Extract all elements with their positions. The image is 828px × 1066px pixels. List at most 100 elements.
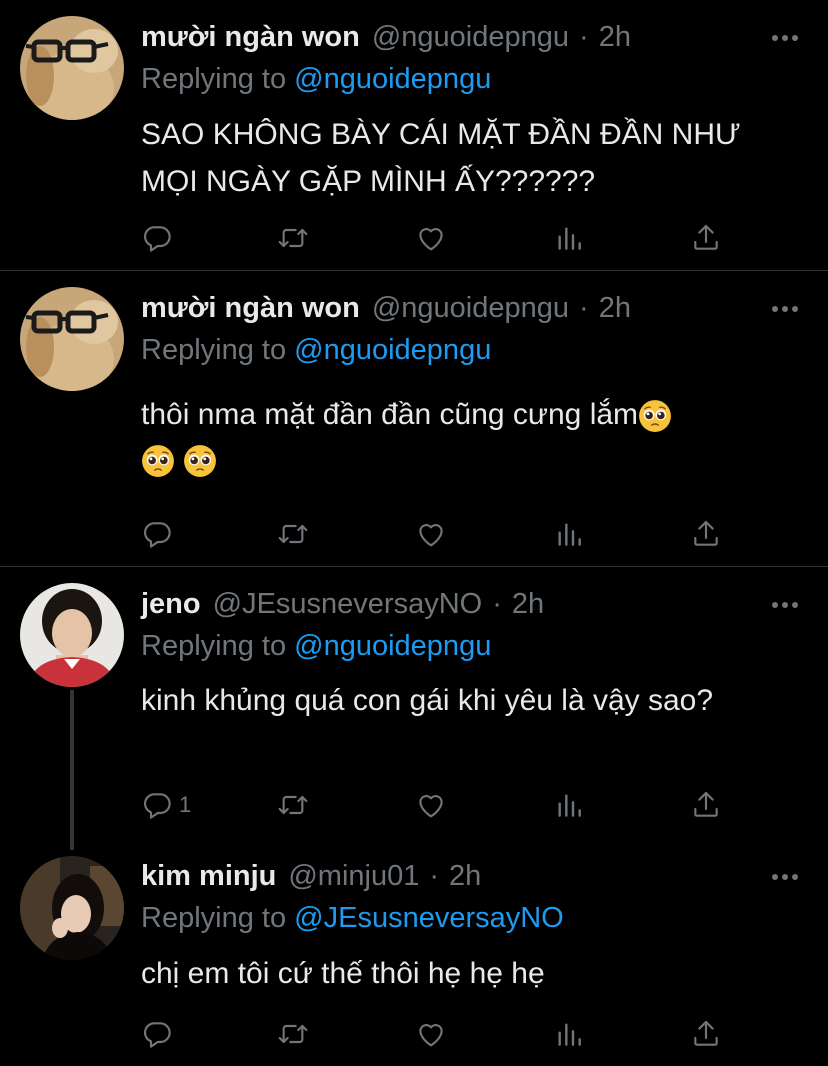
stats-icon (553, 789, 585, 821)
tweet-text: thôi nma mặt đần đần cũng cưng lắm (141, 398, 639, 431)
like-button[interactable] (415, 218, 447, 258)
reply-icon (141, 222, 173, 254)
tweet-actions: 1 (141, 785, 741, 825)
tweet-text: SAO KHÔNG BÀY CÁI MẶT ĐẦN ĐẦN NHƯ MỌI NG… (141, 118, 741, 198)
reply-button[interactable] (141, 514, 173, 554)
reply-icon (141, 1018, 173, 1050)
separator-dot: · (492, 588, 502, 620)
reply-button[interactable]: 1 (141, 785, 191, 825)
replying-to-prefix: Replying to (141, 63, 287, 95)
tweet-text: kinh khủng quá con gái khi yêu là vậy sa… (141, 684, 714, 717)
tweet-header: kim minju @minju01 · 2h (141, 856, 481, 896)
retweet-icon (277, 789, 309, 821)
share-icon (690, 518, 722, 550)
reply-button[interactable] (141, 218, 173, 258)
retweet-button[interactable] (277, 1014, 309, 1054)
tweet-header: jeno @JEsusneversayNO · 2h (141, 584, 544, 624)
display-name[interactable]: kim minju (141, 856, 276, 896)
tweet-text-container: thôi nma mặt đần đần cũng cưng lắm (141, 391, 801, 478)
replying-to: Replying to @JEsusneversayNO (141, 898, 564, 938)
timestamp[interactable]: 2h (599, 288, 631, 328)
tweet-actions (141, 218, 741, 258)
heart-icon (415, 518, 447, 550)
mention-link[interactable]: @nguoidepngu (294, 630, 491, 662)
heart-icon (415, 222, 447, 254)
stats-icon (553, 1018, 585, 1050)
reply-button[interactable] (141, 1014, 173, 1054)
share-button[interactable] (690, 785, 722, 825)
replying-to: Replying to @nguoidepngu (141, 330, 491, 370)
like-button[interactable] (415, 1014, 447, 1054)
timestamp[interactable]: 2h (449, 856, 481, 896)
rabbit-with-glasses-avatar-icon (20, 16, 124, 120)
display-name[interactable]: mười ngàn won (141, 17, 360, 57)
share-icon (690, 789, 722, 821)
more-options-icon[interactable] (772, 873, 798, 881)
heart-icon (415, 1018, 447, 1050)
like-button[interactable] (415, 514, 447, 554)
retweet-button[interactable] (277, 218, 309, 258)
timestamp[interactable]: 2h (599, 17, 631, 57)
retweet-button[interactable] (277, 514, 309, 554)
pleading-face-emoji-icon (141, 444, 175, 478)
view-stats-button[interactable] (553, 514, 585, 554)
replying-to: Replying to @nguoidepngu (141, 626, 491, 666)
separator-dot: · (429, 860, 440, 892)
avatar[interactable] (20, 16, 124, 120)
more-options-icon[interactable] (772, 34, 798, 42)
tweet[interactable]: mười ngàn won @nguoidepngu · 2h Replying… (0, 271, 828, 566)
separator-dot: · (579, 292, 589, 324)
mention-link[interactable]: @JEsusneversayNO (294, 902, 564, 934)
replying-to-prefix: Replying to (141, 630, 287, 662)
stats-icon (553, 518, 585, 550)
share-button[interactable] (690, 218, 722, 258)
tweet[interactable]: kim minju @minju01 · 2h Replying to @JEs… (0, 840, 828, 1066)
display-name[interactable]: jeno (141, 584, 201, 624)
heart-icon (415, 789, 447, 821)
tweet[interactable]: mười ngàn won @nguoidepngu · 2h Replying… (0, 0, 828, 270)
pleading-face-emoji-icon (183, 444, 217, 478)
tweet-header: mười ngàn won @nguoidepngu · 2h (141, 17, 631, 57)
mention-link[interactable]: @nguoidepngu (294, 63, 491, 95)
view-stats-button[interactable] (553, 1014, 585, 1054)
stats-icon (553, 222, 585, 254)
girl-portrait-avatar-icon (20, 856, 124, 960)
display-name[interactable]: mười ngàn won (141, 288, 360, 328)
rabbit-with-glasses-avatar-icon (20, 287, 124, 391)
emoji-row (141, 444, 801, 478)
like-button[interactable] (415, 785, 447, 825)
tweet-text: chị em tôi cứ thế thôi hẹ hẹ hẹ (141, 957, 545, 990)
reply-icon (141, 789, 173, 821)
share-button[interactable] (690, 1014, 722, 1054)
more-options-icon[interactable] (772, 601, 798, 609)
avatar[interactable] (20, 583, 124, 687)
share-icon (690, 1018, 722, 1050)
retweet-icon (277, 518, 309, 550)
share-icon (690, 222, 722, 254)
pleading-face-emoji-icon (638, 399, 672, 433)
retweet-icon (277, 1018, 309, 1050)
boy-portrait-avatar-icon (20, 583, 124, 687)
replying-to-prefix: Replying to (141, 334, 287, 366)
tweet[interactable]: jeno @JEsusneversayNO · 2h Replying to @… (0, 567, 828, 839)
user-handle[interactable]: @nguoidepngu (372, 288, 569, 328)
avatar[interactable] (20, 287, 124, 391)
tweet-actions (141, 1014, 741, 1054)
tweet-header: mười ngàn won @nguoidepngu · 2h (141, 288, 631, 328)
view-stats-button[interactable] (553, 785, 585, 825)
mention-link[interactable]: @nguoidepngu (294, 334, 491, 366)
more-options-icon[interactable] (772, 305, 798, 313)
user-handle[interactable]: @JEsusneversayNO (213, 584, 483, 624)
avatar[interactable] (20, 856, 124, 960)
reply-count: 1 (179, 792, 192, 817)
retweet-button[interactable] (277, 785, 309, 825)
replying-to-prefix: Replying to (141, 902, 287, 934)
view-stats-button[interactable] (553, 218, 585, 258)
share-button[interactable] (690, 514, 722, 554)
user-handle[interactable]: @nguoidepngu (372, 17, 569, 57)
user-handle[interactable]: @minju01 (288, 856, 419, 896)
timestamp[interactable]: 2h (512, 584, 544, 624)
reply-icon (141, 518, 173, 550)
replying-to: Replying to @nguoidepngu (141, 59, 491, 99)
tweet-actions (141, 514, 741, 554)
